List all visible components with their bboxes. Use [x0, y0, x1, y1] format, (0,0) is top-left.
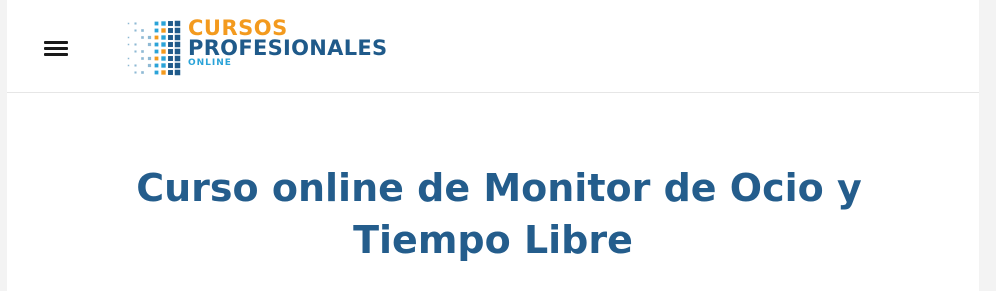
- logo-pixel: [154, 42, 159, 47]
- logo-pixel: [147, 42, 152, 47]
- logo-pixel: [134, 22, 137, 25]
- logo-pixel: [174, 20, 181, 27]
- logo-pixel: [161, 35, 166, 40]
- logo-pixel: [154, 49, 159, 54]
- page-title: Curso online de Monitor de Ocio y Tiempo…: [7, 162, 979, 266]
- logo-pixel: [154, 70, 159, 75]
- logo-pixel: [174, 27, 181, 34]
- logo-line-profesionales: PROFESIONALES: [188, 36, 388, 60]
- logo-pixel: [174, 69, 181, 76]
- logo-pixel: [127, 36, 130, 39]
- logo-pixel: [161, 28, 166, 33]
- logo-pixel: [168, 49, 173, 54]
- logo-pixel: [174, 48, 181, 55]
- logo-pixel: [154, 21, 159, 26]
- menu-icon-bar: [44, 47, 68, 50]
- logo-pixel: [134, 29, 137, 32]
- logo-pixel: [174, 62, 181, 69]
- logo-pixel-icon: [127, 20, 181, 76]
- logo-pixel: [141, 57, 144, 60]
- logo-line-online: ONLINE: [188, 58, 232, 68]
- logo-pixel: [174, 55, 181, 62]
- logo-pixel: [141, 50, 144, 53]
- logo-pixel: [168, 42, 173, 47]
- page-title-line-1: Curso online de Monitor de Ocio y: [136, 166, 862, 210]
- logo-pixel: [147, 56, 152, 61]
- site-logo[interactable]: CURSOS PROFESIONALES ONLINE: [125, 17, 425, 77]
- logo-pixel: [168, 21, 173, 26]
- logo-pixel: [127, 57, 130, 60]
- logo-pixel: [161, 21, 166, 26]
- page: CURSOS PROFESIONALES ONLINE Curso online…: [7, 0, 979, 291]
- logo-pixel: [174, 34, 181, 41]
- logo-pixel: [147, 63, 152, 68]
- logo-pixel: [134, 50, 137, 53]
- hamburger-menu-button[interactable]: [38, 36, 74, 60]
- logo-pixel: [168, 70, 173, 75]
- logo-pixel: [161, 63, 166, 68]
- logo-pixel: [161, 42, 166, 47]
- logo-pixel: [147, 35, 152, 40]
- logo-pixel: [168, 35, 173, 40]
- logo-pixel: [154, 35, 159, 40]
- logo-pixel: [161, 56, 166, 61]
- logo-pixel: [141, 29, 144, 32]
- logo-pixel: [141, 71, 144, 74]
- logo-pixel: [174, 41, 181, 48]
- logo-pixel: [127, 43, 130, 46]
- logo-pixel: [134, 43, 137, 46]
- logo-pixel: [141, 36, 144, 39]
- logo-pixel: [168, 28, 173, 33]
- logo-pixel: [161, 49, 166, 54]
- logo-pixel: [154, 63, 159, 68]
- site-header: CURSOS PROFESIONALES ONLINE: [7, 0, 979, 93]
- logo-pixel: [161, 70, 166, 75]
- menu-icon-bar: [44, 53, 68, 56]
- logo-pixel: [168, 63, 173, 68]
- logo-pixel: [168, 56, 173, 61]
- logo-pixel: [154, 28, 159, 33]
- menu-icon-bar: [44, 41, 68, 44]
- logo-pixel: [154, 56, 159, 61]
- logo-pixel: [134, 64, 137, 67]
- logo-pixel: [134, 71, 137, 74]
- logo-pixel: [127, 22, 130, 25]
- page-title-line-2: Tiempo Libre: [353, 218, 633, 262]
- logo-pixel: [127, 64, 130, 67]
